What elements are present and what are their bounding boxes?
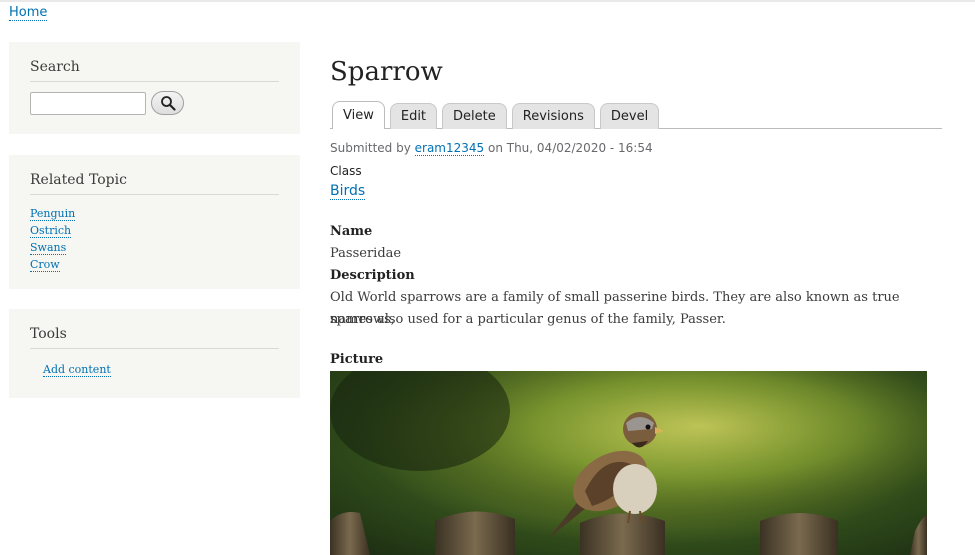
tools-links: Add content — [43, 363, 279, 377]
sparrow-image — [330, 371, 927, 555]
breadcrumb-home-link[interactable]: Home — [9, 5, 48, 21]
tab-view[interactable]: View — [332, 101, 385, 129]
submitted-info: Submitted by eram12345 on Thu, 04/02/202… — [330, 141, 653, 156]
search-block: Search — [9, 42, 300, 134]
related-link-swans[interactable]: Swans — [30, 241, 67, 255]
related-topic-list: Penguin Ostrich Swans Crow — [30, 205, 279, 273]
breadcrumb: Home — [9, 5, 48, 21]
search-button[interactable] — [151, 91, 184, 115]
page-title: Sparrow — [330, 57, 443, 87]
sparrow-picture — [330, 371, 927, 555]
tab-revisions[interactable]: Revisions — [511, 103, 595, 129]
related-link-penguin[interactable]: Penguin — [30, 207, 76, 221]
related-link-ostrich[interactable]: Ostrich — [30, 224, 72, 238]
search-icon — [160, 96, 176, 111]
tab-edit[interactable]: Edit — [389, 103, 438, 129]
name-value: Passeridae — [330, 246, 402, 261]
related-link-crow[interactable]: Crow — [30, 258, 60, 272]
related-topic-title: Related Topic — [30, 155, 279, 195]
add-content-link[interactable]: Add content — [43, 363, 111, 377]
class-value: Birds — [330, 183, 366, 200]
tools-block: Tools Add content — [9, 309, 300, 398]
list-item: Crow — [30, 256, 279, 273]
description-line-2: names also used for a particular genus o… — [330, 312, 726, 327]
description-label: Description — [330, 268, 415, 283]
submitted-prefix: Submitted by — [330, 141, 415, 155]
picture-label: Picture — [330, 352, 384, 367]
name-label: Name — [330, 224, 373, 239]
tab-delete[interactable]: Delete — [442, 103, 507, 129]
tools-title: Tools — [30, 309, 279, 349]
related-topic-block: Related Topic Penguin Ostrich Swans Crow — [9, 155, 300, 289]
search-input[interactable] — [30, 91, 146, 115]
class-label: Class — [330, 164, 362, 178]
list-item: Ostrich — [30, 222, 279, 239]
search-block-title: Search — [30, 42, 279, 82]
list-item: Swans — [30, 239, 279, 256]
author-link[interactable]: eram12345 — [414, 141, 485, 156]
tab-bar: View Edit Delete Revisions Devel — [330, 101, 942, 129]
search-form — [30, 91, 279, 115]
class-birds-link[interactable]: Birds — [330, 183, 366, 200]
top-border — [0, 0, 975, 2]
submitted-date: on Thu, 04/02/2020 - 16:54 — [484, 141, 653, 155]
tab-devel[interactable]: Devel — [599, 103, 660, 129]
list-item: Penguin — [30, 205, 279, 222]
